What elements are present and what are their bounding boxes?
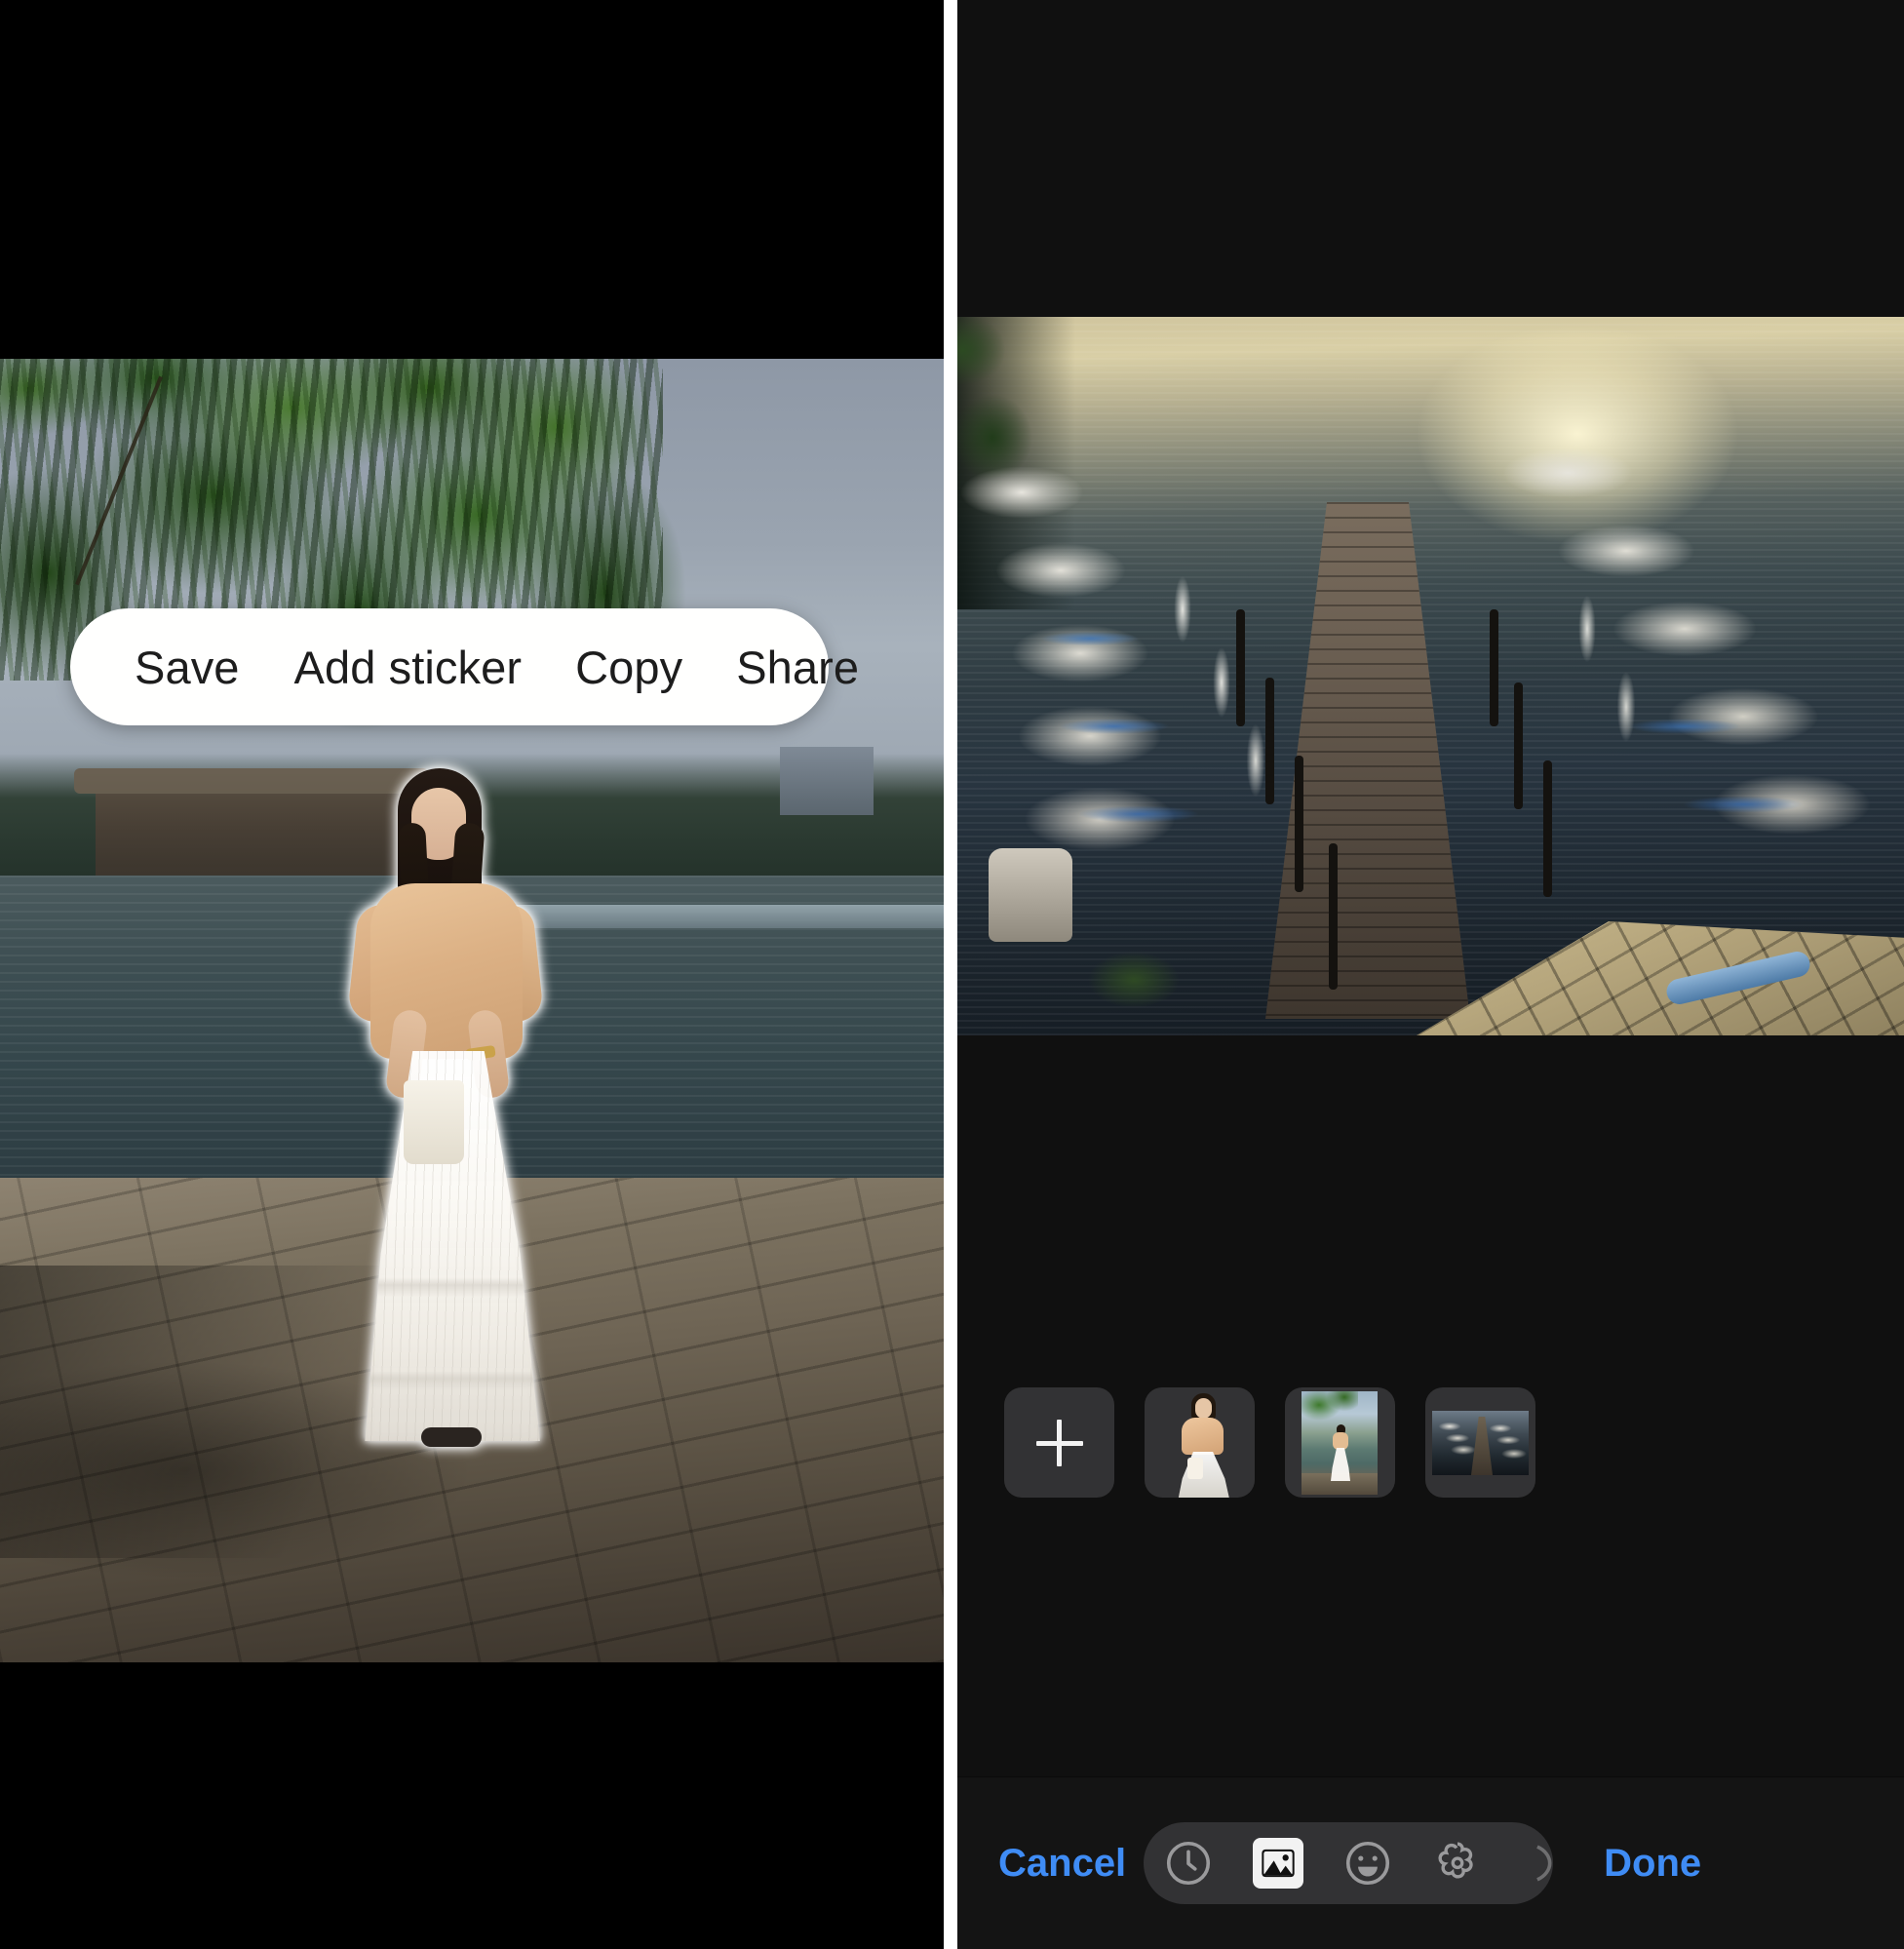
subject-shoe xyxy=(421,1427,482,1447)
left-photo-image[interactable] xyxy=(0,359,944,1662)
thumbnail-photo-lakeside[interactable] xyxy=(1285,1387,1395,1498)
share-button[interactable]: Share xyxy=(736,644,859,690)
thumbnail-photo-swan-boats[interactable] xyxy=(1425,1387,1535,1498)
cutout-action-menu: Save Add sticker Copy Share xyxy=(70,608,859,725)
left-panel-photo-cutout-preview: Save Add sticker Copy Share xyxy=(0,0,944,1949)
plus-icon xyxy=(1035,1419,1083,1466)
image-icon xyxy=(1262,1849,1295,1878)
more-tool-button[interactable] xyxy=(1502,1822,1553,1904)
editor-bottom-bar: Cancel Done xyxy=(944,1777,1904,1949)
thumb-bag xyxy=(1187,1458,1203,1479)
thumbnail-swan-image xyxy=(1432,1411,1529,1475)
shoreline-bush xyxy=(1070,941,1197,1019)
thumb-skirt xyxy=(1178,1452,1230,1498)
dock-post xyxy=(1236,609,1245,726)
dock-post xyxy=(1514,682,1523,809)
dock-post xyxy=(1329,843,1338,990)
concrete-bollard xyxy=(989,848,1072,942)
subject-handbag xyxy=(404,1080,464,1164)
stickers-tool-button[interactable] xyxy=(1413,1822,1502,1904)
tool-pill xyxy=(1144,1822,1554,1904)
swan-boat-photo[interactable] xyxy=(944,317,1904,1035)
thumb-skirt xyxy=(1331,1448,1350,1481)
emoji-tool-button[interactable] xyxy=(1323,1822,1413,1904)
flower-icon xyxy=(1438,1842,1473,1879)
thumbnail-cutout-figure xyxy=(1176,1393,1230,1498)
save-button[interactable]: Save xyxy=(135,644,240,690)
thumb-top xyxy=(1333,1432,1348,1450)
thumb-top xyxy=(1182,1418,1224,1455)
add-sticker-thumbnail-button[interactable] xyxy=(1004,1387,1114,1498)
smiley-icon xyxy=(1346,1841,1390,1886)
photos-tool-button[interactable] xyxy=(1233,1822,1323,1904)
thumbnail-sticker-cutout-woman[interactable] xyxy=(1145,1387,1255,1498)
dock-post xyxy=(1295,756,1303,892)
thumb-face xyxy=(1195,1398,1212,1419)
add-sticker-button[interactable]: Add sticker xyxy=(294,644,523,690)
photos-tool-selected-background xyxy=(1253,1838,1304,1889)
swan-necks xyxy=(944,317,1904,1035)
partial-icon xyxy=(1536,1845,1552,1882)
right-panel-sticker-editor: Cancel Done xyxy=(944,0,1904,1949)
cancel-button[interactable]: Cancel xyxy=(998,1842,1126,1886)
dock-post xyxy=(1265,678,1274,804)
dock-post xyxy=(1543,760,1552,897)
recent-tool-button[interactable] xyxy=(1144,1822,1233,1904)
clock-icon xyxy=(1167,1841,1211,1886)
thumb-figure xyxy=(1331,1424,1350,1481)
done-button[interactable]: Done xyxy=(1604,1842,1701,1886)
copy-button[interactable]: Copy xyxy=(575,644,682,690)
sticker-thumbnail-tray xyxy=(944,1357,1904,1528)
screenshot-root: Save Add sticker Copy Share Cancel Done xyxy=(0,0,1904,1949)
thumbnail-lake-image xyxy=(1302,1391,1378,1495)
dock-post xyxy=(1490,609,1498,726)
cutout-subject-woman[interactable] xyxy=(343,768,558,1451)
panel-divider xyxy=(944,0,957,1949)
distant-building xyxy=(780,747,874,815)
